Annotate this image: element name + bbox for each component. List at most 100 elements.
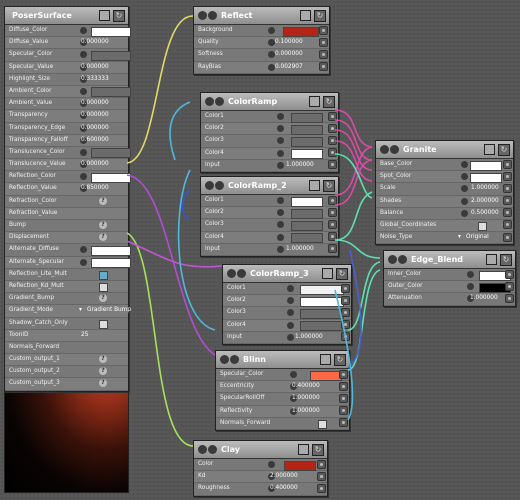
node-options-icon[interactable]: ↻ [323,179,335,192]
param-row[interactable]: Translucence_Color [5,146,131,160]
param-row[interactable]: Color1 [223,283,351,296]
param-row[interactable]: Softness 0.000000 [194,49,329,62]
input-plug-icon[interactable] [503,232,512,242]
param-row[interactable]: Transparency_Edge 0.000000 [5,122,128,135]
param-row[interactable]: ToonID 25 [5,329,128,342]
param-row[interactable]: Reflectivity 1.000000 [216,405,349,418]
param-value[interactable]: 0.000000 [81,110,109,121]
param-row[interactable]: Color3 [201,219,338,232]
node-collapse-button[interactable] [99,10,110,21]
node-output-plug-icon[interactable] [237,269,246,278]
color-swatch[interactable] [91,258,131,269]
param-value[interactable]: 1.000000 [286,160,314,171]
param-row[interactable]: Alternate_Specular [5,256,131,269]
animate-dial-icon[interactable] [467,271,474,278]
help-icon[interactable]: ? [99,367,107,376]
input-plug-icon[interactable] [505,269,514,279]
color-swatch[interactable] [291,220,323,231]
node-header[interactable]: Reflect ↻ [194,7,329,25]
checkbox[interactable] [478,221,487,231]
param-row[interactable]: Input 1.000000 [201,159,338,172]
help-icon[interactable]: ? [99,233,107,242]
color-swatch[interactable] [91,50,131,61]
param-row[interactable]: Alternate_Diffuse [5,244,131,257]
param-row[interactable]: Displacement? [5,232,128,245]
param-row[interactable]: Custom_output_2? [5,366,128,379]
input-plug-icon[interactable] [505,281,514,291]
input-plug-icon[interactable] [319,62,328,72]
param-row[interactable]: Gradient_Mode Gradient Bump ▾ [5,305,131,318]
param-row[interactable]: Balance 0.500000 [376,207,513,220]
input-plug-icon[interactable] [328,111,337,121]
param-value[interactable]: 0.000000 [81,62,109,73]
param-value[interactable]: 0.400000 [270,483,298,494]
param-row[interactable]: Custom_output_1? [5,354,128,367]
param-value[interactable]: 1.000000 [292,406,320,417]
param-row[interactable]: Reflection_Color [5,171,131,184]
animate-dial-icon[interactable] [287,321,294,329]
param-row[interactable]: Ambient_Value 0.000000 [5,98,128,111]
node-colorramp3[interactable]: ColorRamp_3 ↻ Color1 Color2 Color3 Color4 Inpu… [222,264,352,345]
animate-dial-icon[interactable] [80,27,87,34]
animate-dial-icon[interactable] [287,333,294,341]
animate-dial-icon[interactable] [80,87,87,95]
input-plug-icon[interactable] [319,25,328,35]
param-row[interactable]: Roughness 0.400000 [194,483,327,496]
input-plug-icon[interactable] [341,332,350,342]
animate-dial-icon[interactable] [461,173,468,181]
param-row[interactable]: Color [194,459,327,472]
param-row[interactable]: Transparency 0.000000 [5,110,128,123]
node-collapse-button[interactable] [484,144,495,155]
param-row[interactable]: Color2 [201,207,338,220]
param-row[interactable]: Color3 [201,135,338,148]
node-output-plug-icon[interactable] [205,181,214,190]
input-plug-icon[interactable] [339,369,348,379]
param-row[interactable]: Scale 1.000000 [376,183,513,196]
param-row[interactable]: Input 1.000000 [201,243,338,256]
param-row[interactable]: Diffuse_Color [5,25,131,38]
param-row[interactable]: Specular_Color [5,49,131,62]
color-swatch[interactable] [470,160,502,171]
animate-dial-icon[interactable] [277,125,284,133]
checkbox[interactable] [318,419,327,429]
param-value[interactable]: 1.000000 [292,393,320,404]
dropdown-arrow-icon[interactable]: ▾ [79,305,82,316]
node-options-icon[interactable]: ↻ [314,9,326,22]
input-plug-icon[interactable] [503,183,512,193]
param-value[interactable]: 0.850000 [81,183,109,194]
param-row[interactable]: Normals_Forward [216,417,349,430]
param-row[interactable]: Noise_Type Original ▾ [376,232,513,245]
node-reflect[interactable]: Reflect ↻ Background Quality 0.100000 Softnes… [193,6,330,75]
param-value[interactable]: 0.500000 [471,208,499,219]
color-swatch[interactable] [91,148,131,159]
param-row[interactable]: Diffuse_Value 0.000000 [5,37,128,50]
color-swatch[interactable] [300,308,344,319]
input-plug-icon[interactable] [505,293,514,303]
node-output-plug-icon[interactable] [208,11,217,20]
color-swatch[interactable] [310,370,342,381]
node-options-icon[interactable]: ↻ [113,9,125,22]
param-value[interactable]: 2.000000 [270,471,298,482]
input-plug-icon[interactable] [317,459,326,469]
param-value[interactable]: 1.000000 [470,293,498,304]
param-value[interactable]: 0.000000 [275,49,303,60]
input-plug-icon[interactable] [503,208,512,218]
param-row[interactable]: RayBias 0.002907 [194,61,329,74]
node-edge[interactable]: Edge_Blend ↻ Inner_Color Outer_Color Attenua… [383,250,516,307]
animate-dial-icon[interactable] [467,283,474,291]
checkbox[interactable] [99,319,108,329]
node-clay[interactable]: Clay ↻ Color Kd 2.000000 Roughness 0.400000 [193,440,328,497]
input-plug-icon[interactable] [328,148,337,158]
animate-dial-icon[interactable] [268,39,275,47]
node-output-plug-icon[interactable] [205,97,214,106]
node-output-plug-icon[interactable] [390,145,399,154]
param-row[interactable]: Reflection_Value 0.850000 [5,183,128,196]
param-row[interactable]: Color3 [223,307,351,320]
param-value[interactable]: 0.000000 [81,37,109,48]
input-plug-icon[interactable] [319,37,328,47]
animate-dial-icon[interactable] [277,197,284,204]
animate-dial-icon[interactable] [277,233,284,241]
color-swatch[interactable] [91,245,131,256]
param-row[interactable]: Reflection_Lite_Mult [5,268,128,281]
color-swatch[interactable] [291,124,323,135]
